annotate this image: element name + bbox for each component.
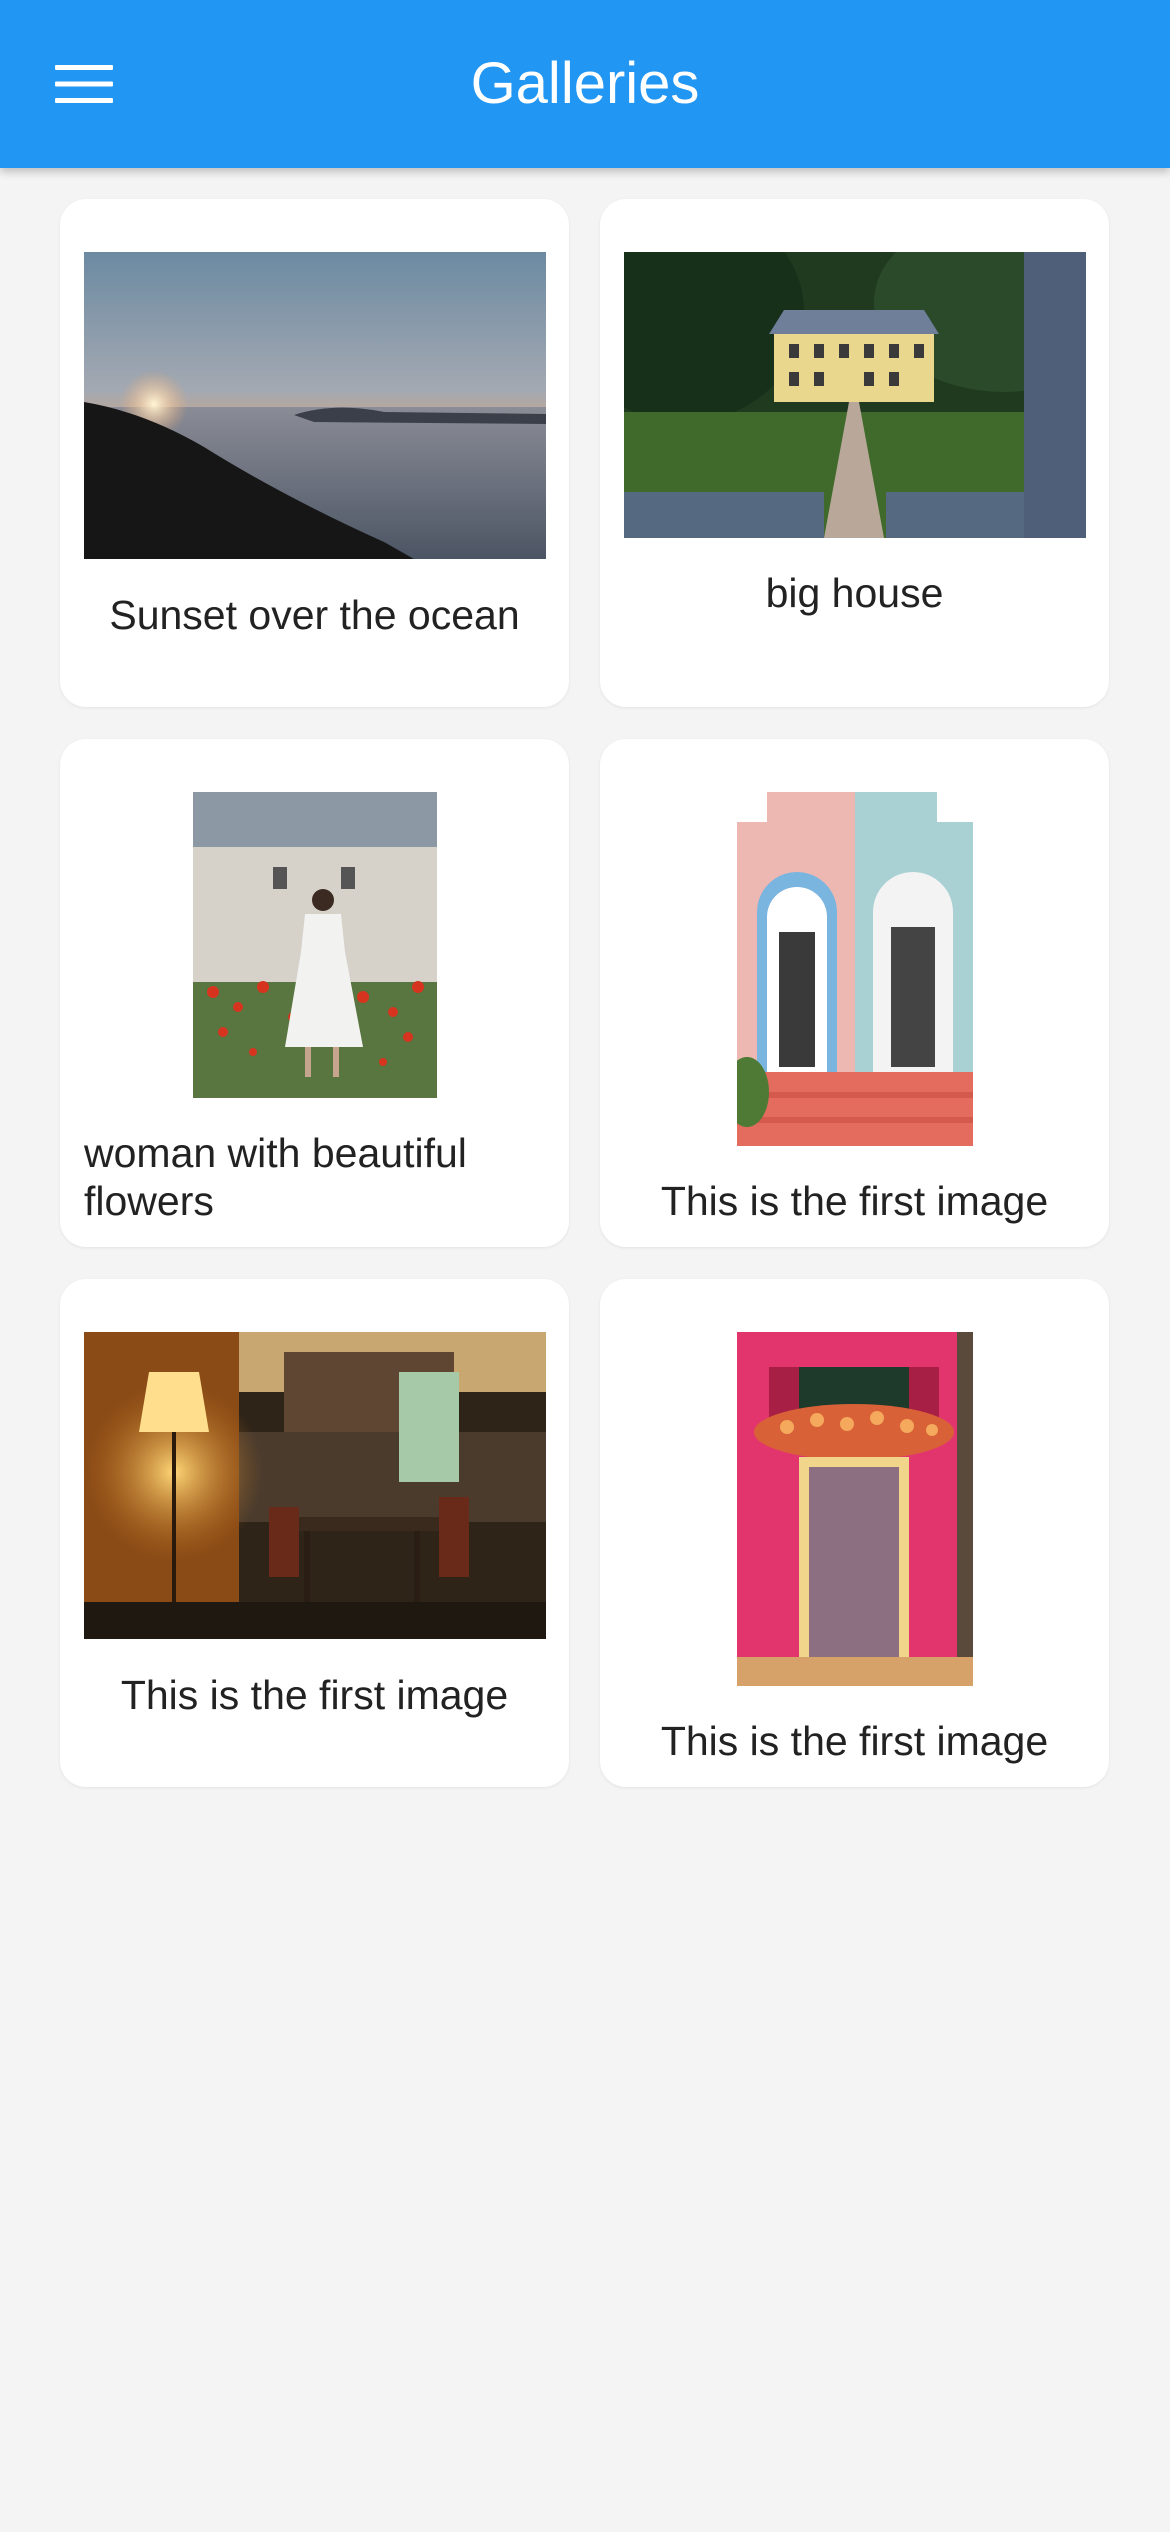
kitchen-lamp-image — [84, 1332, 546, 1639]
big-house-image — [624, 252, 1086, 538]
gallery-card-sunset[interactable]: Sunset over the ocean — [60, 199, 569, 707]
gallery-card-kitchen-lamp[interactable]: This is the first image — [60, 1279, 569, 1787]
card-caption: This is the first image — [660, 1178, 1049, 1224]
pink-door-image — [737, 1332, 973, 1686]
gallery-card-pink-door[interactable]: This is the first image — [600, 1279, 1109, 1787]
card-caption: This is the first image — [120, 1672, 509, 1718]
page-title: Galleries — [470, 51, 700, 116]
gallery-card-big-house[interactable]: big house — [600, 199, 1109, 707]
card-caption: woman with beautiful flowers — [84, 1130, 467, 1224]
arched-doors-image — [737, 792, 973, 1146]
card-caption: big house — [765, 570, 944, 616]
app-bar: Galleries — [0, 0, 1170, 168]
gallery-card-arched-doors[interactable]: This is the first image — [600, 739, 1109, 1247]
card-caption: Sunset over the ocean — [109, 592, 520, 638]
gallery-card-woman-flowers[interactable]: woman with beautiful flowers — [60, 739, 569, 1247]
sunset-ocean-image — [84, 252, 546, 559]
woman-flowers-image — [193, 792, 437, 1098]
card-caption: This is the first image — [660, 1718, 1049, 1764]
